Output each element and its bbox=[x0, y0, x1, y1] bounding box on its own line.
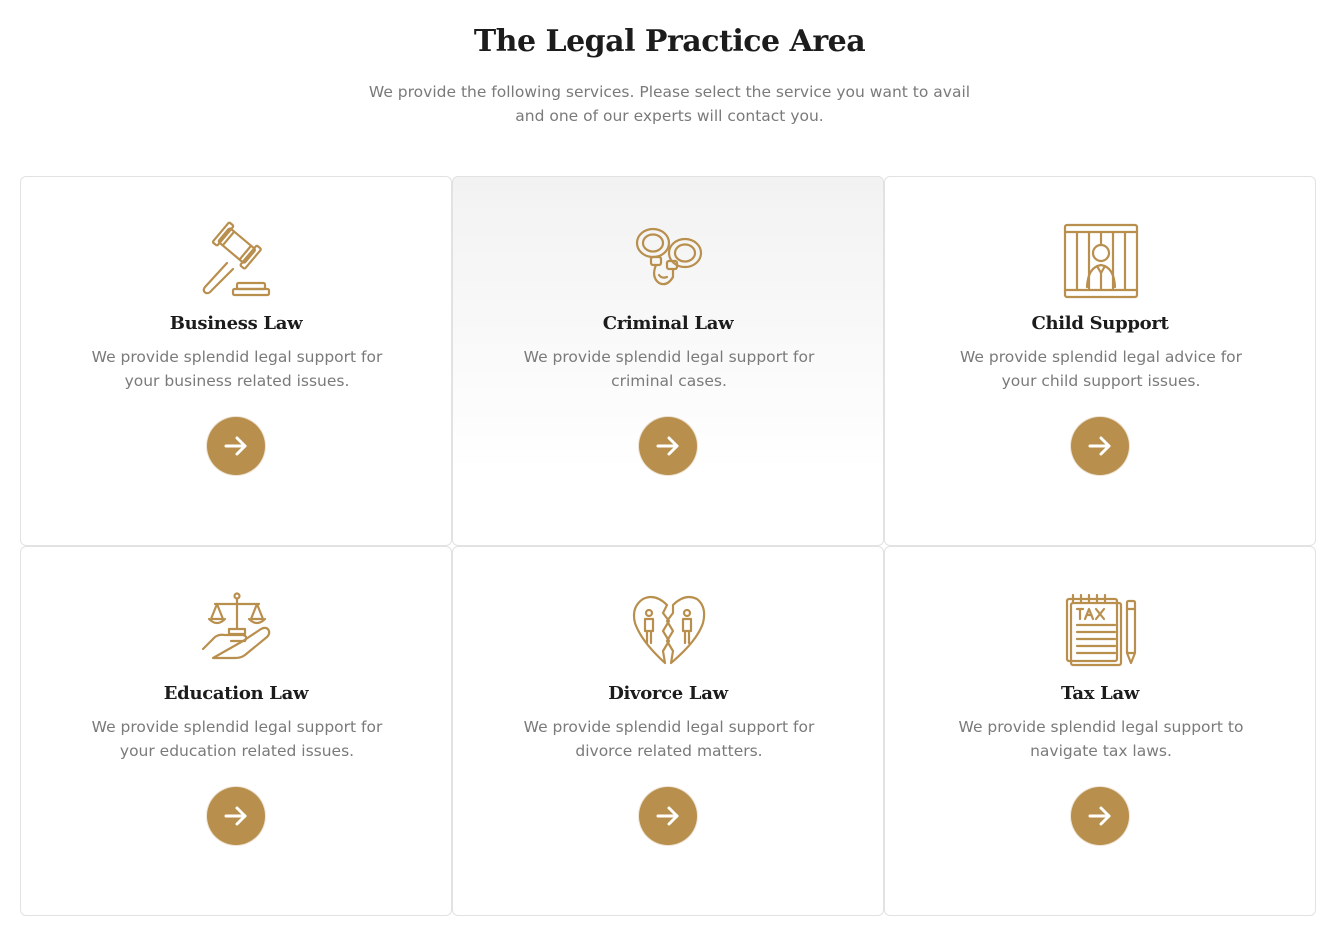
service-description: We provide splendid legal support for yo… bbox=[91, 348, 383, 390]
service-title: Criminal Law bbox=[602, 313, 734, 334]
service-title: Tax Law bbox=[1060, 683, 1140, 704]
service-title: Education Law bbox=[163, 683, 309, 704]
arrow-right-icon bbox=[656, 436, 679, 456]
arrow-right-button[interactable] bbox=[1071, 417, 1129, 475]
prison-bars-icon bbox=[1063, 223, 1139, 299]
arrow-right-button[interactable] bbox=[207, 787, 265, 845]
service-card-criminal-law[interactable]: Criminal Law We provide splendid legal s… bbox=[452, 176, 884, 546]
service-description: We provide splendid legal advice for you… bbox=[959, 348, 1243, 390]
arrow-right-icon bbox=[1088, 806, 1111, 826]
service-description: We provide splendid legal support for yo… bbox=[91, 718, 383, 760]
handcuffs-icon bbox=[635, 227, 703, 286]
services-grid: Business Law We provide splendid legal s… bbox=[20, 176, 1316, 916]
service-description: We provide splendid legal support for di… bbox=[523, 718, 815, 760]
arrow-right-icon bbox=[224, 806, 247, 826]
broken-heart-icon bbox=[632, 595, 706, 665]
tax-document-icon bbox=[1065, 593, 1137, 667]
service-card-tax-law[interactable]: Tax Law We provide splendid legal suppor… bbox=[884, 546, 1316, 916]
scales-hand-icon bbox=[201, 592, 271, 660]
arrow-right-icon bbox=[656, 806, 679, 826]
arrow-right-button[interactable] bbox=[639, 787, 697, 845]
arrow-right-icon bbox=[1088, 436, 1111, 456]
service-card-business-law[interactable]: Business Law We provide splendid legal s… bbox=[20, 176, 452, 546]
gavel-icon bbox=[202, 221, 271, 297]
arrow-right-button[interactable] bbox=[207, 417, 265, 475]
service-title: Business Law bbox=[169, 313, 303, 334]
service-card-education-law[interactable]: Education Law We provide splendid legal … bbox=[20, 546, 452, 916]
service-description: We provide splendid legal support to nav… bbox=[958, 718, 1244, 760]
service-card-child-support[interactable]: Child Support We provide splendid legal … bbox=[884, 176, 1316, 546]
service-title: Divorce Law bbox=[608, 683, 728, 704]
service-title: Child Support bbox=[1031, 313, 1169, 334]
arrow-right-icon bbox=[224, 436, 247, 456]
arrow-right-button[interactable] bbox=[639, 417, 697, 475]
page-title: The Legal Practice Area bbox=[473, 24, 866, 59]
page-subtitle: We provide the following services. Pleas… bbox=[368, 83, 971, 125]
service-card-divorce-law[interactable]: Divorce Law We provide splendid legal su… bbox=[452, 546, 884, 916]
service-description: We provide splendid legal support for cr… bbox=[523, 348, 815, 390]
arrow-right-button[interactable] bbox=[1071, 787, 1129, 845]
